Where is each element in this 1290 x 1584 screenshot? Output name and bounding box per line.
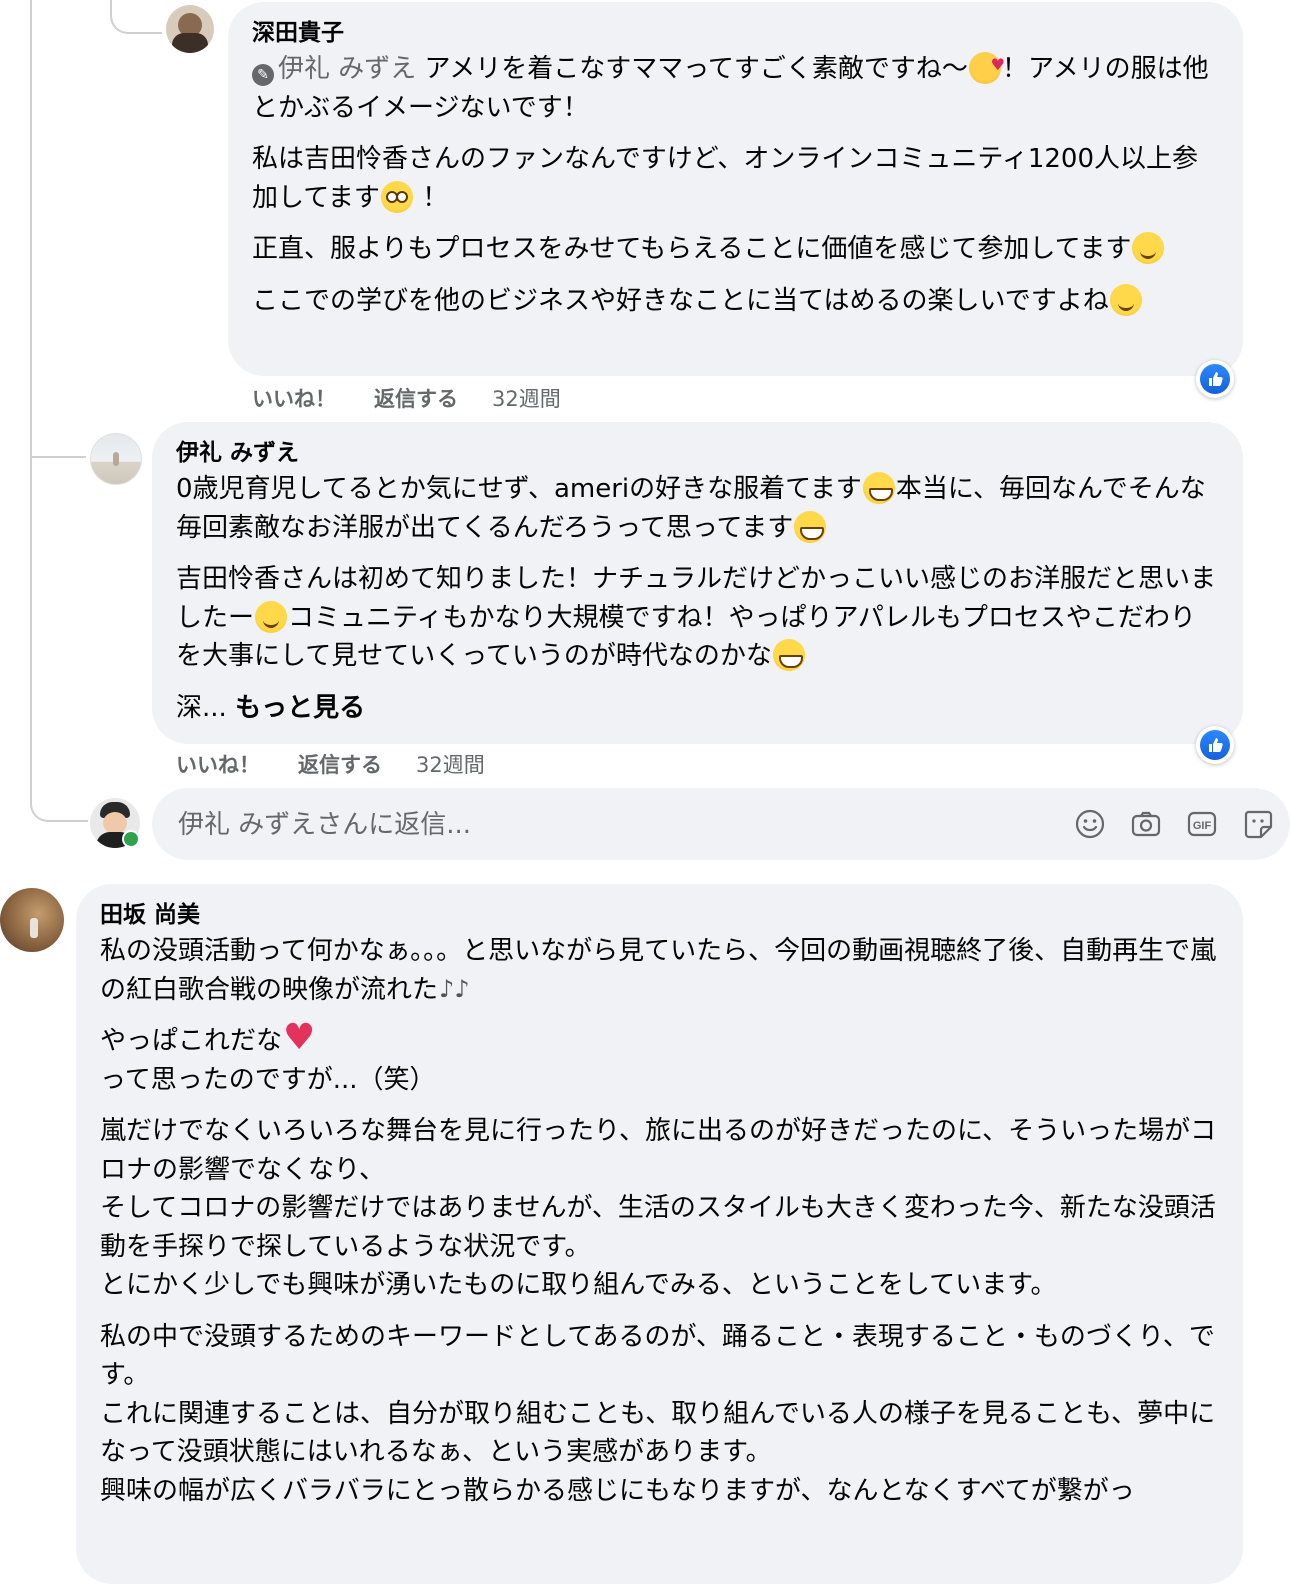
svg-text:GIF: GIF [1193, 820, 1212, 832]
reply-button[interactable]: 返信する [298, 749, 382, 779]
current-user-avatar[interactable] [90, 798, 140, 848]
like-reaction-badge[interactable] [1196, 726, 1234, 764]
comment-text: 深... もっと見る [176, 692, 366, 723]
sticker-icon[interactable] [1242, 808, 1274, 840]
online-status-indicator [122, 830, 140, 848]
see-more-link[interactable]: もっと見る [235, 693, 365, 723]
grinning-face-icon [772, 639, 805, 671]
comment-text: 私の中で没頭するためのキーワードとしてあるのが、踊ること・表現すること・ものづく… [100, 1321, 1216, 1506]
smiling-face-icon [1109, 283, 1142, 316]
reply-button[interactable]: 返信する [374, 383, 458, 413]
avatar[interactable] [90, 433, 142, 485]
comment-actions: いいね！ 返信する 32週間 [176, 749, 485, 779]
flushed-face-icon [380, 180, 413, 213]
comment-text: 私の没頭活動って何かなぁ。。。と思いながら見ていたら、今回の動画視聴終了後、自動… [100, 932, 1219, 1009]
comment-author[interactable]: 深田貴子 [252, 18, 1219, 48]
comment-text: やっぱこれだな って思ったのですが...（笑） [100, 1018, 1219, 1099]
thumbs-up-icon [1209, 372, 1223, 386]
comment-timestamp[interactable]: 32週間 [416, 749, 485, 779]
thread-line-branch-3 [30, 790, 88, 822]
grinning-face-icon [862, 472, 895, 504]
comment-text: 私は吉田怜香さんのファンなんですけど、オンラインコミュニティ1200人以上参加し… [252, 144, 1199, 213]
sparkling-heart-icon [283, 1018, 315, 1058]
comment-timestamp[interactable]: 32週間 [492, 383, 561, 413]
comment-text: 吉田怜香さんは初めて知りました！ナチュラルだけどかっこいい感じのお洋服だと思いま… [176, 564, 1217, 671]
reply-composer: GIF [152, 788, 1290, 862]
like-button[interactable]: いいね！ [176, 749, 260, 779]
musical-notes-icon [439, 973, 471, 1005]
comment-text: ✎伊礼 みずえ アメリを着こなすママってすごく素敵ですね〜！アメリの服は他とかぶ… [252, 46, 1219, 127]
thread-line-main [30, 0, 32, 800]
gif-icon[interactable]: GIF [1186, 808, 1218, 840]
smiling-face-icon [255, 600, 288, 633]
smiling-face-with-hearts-icon [968, 46, 1005, 85]
smiling-face-icon [1132, 232, 1165, 264]
comment-bubble: 田坂 尚美 私の没頭活動って何かなぁ。。。と思いながら見ていたら、今回の動画視聴… [76, 884, 1243, 1584]
comment-text: 嵐だけでなくいろいろな舞台を見に行ったり、旅に出るのが好きだったのに、そういった… [100, 1116, 1217, 1300]
reply-input[interactable] [176, 788, 1040, 862]
emoji-icon[interactable] [1074, 808, 1106, 840]
comment-author[interactable]: 田坂 尚美 [100, 900, 1219, 930]
thread-line-branch-1 [110, 0, 162, 34]
thread-line-branch-2 [30, 430, 86, 458]
camera-icon[interactable] [1130, 808, 1162, 840]
avatar[interactable] [166, 5, 214, 53]
comment-bubble: 伊礼 みずえ 0歳児育児してるとか気にせず、ameriの好きな服着てます 本当に、… [152, 422, 1243, 744]
mention-tag[interactable]: ✎ 伊礼 みずえ [252, 54, 416, 86]
like-reaction-badge[interactable] [1196, 360, 1234, 398]
comment-text: 正直、服よりもプロセスをみせてもらえることに価値を感じて参加してます [252, 230, 1219, 269]
avatar[interactable] [0, 888, 64, 952]
pencil-icon: ✎ [252, 64, 274, 86]
comment-actions: いいね！ 返信する 32週間 [252, 383, 561, 413]
grinning-squinting-face-icon [794, 510, 827, 543]
comment-author[interactable]: 伊礼 みずえ [176, 438, 1219, 468]
like-button[interactable]: いいね！ [252, 383, 336, 413]
comment-text: 0歳児育児してるとか気にせず、ameriの好きな服着てます 本当に、毎回なんでそん… [176, 472, 1206, 543]
comment-bubble: 深田貴子 ✎伊礼 みずえ アメリを着こなすママってすごく素敵ですね〜！アメリの服… [228, 2, 1243, 376]
comment-text: ここでの学びを他のビジネスや好きなことに当てはめるの楽しいですよね [252, 282, 1219, 321]
thumbs-up-icon [1209, 738, 1223, 752]
